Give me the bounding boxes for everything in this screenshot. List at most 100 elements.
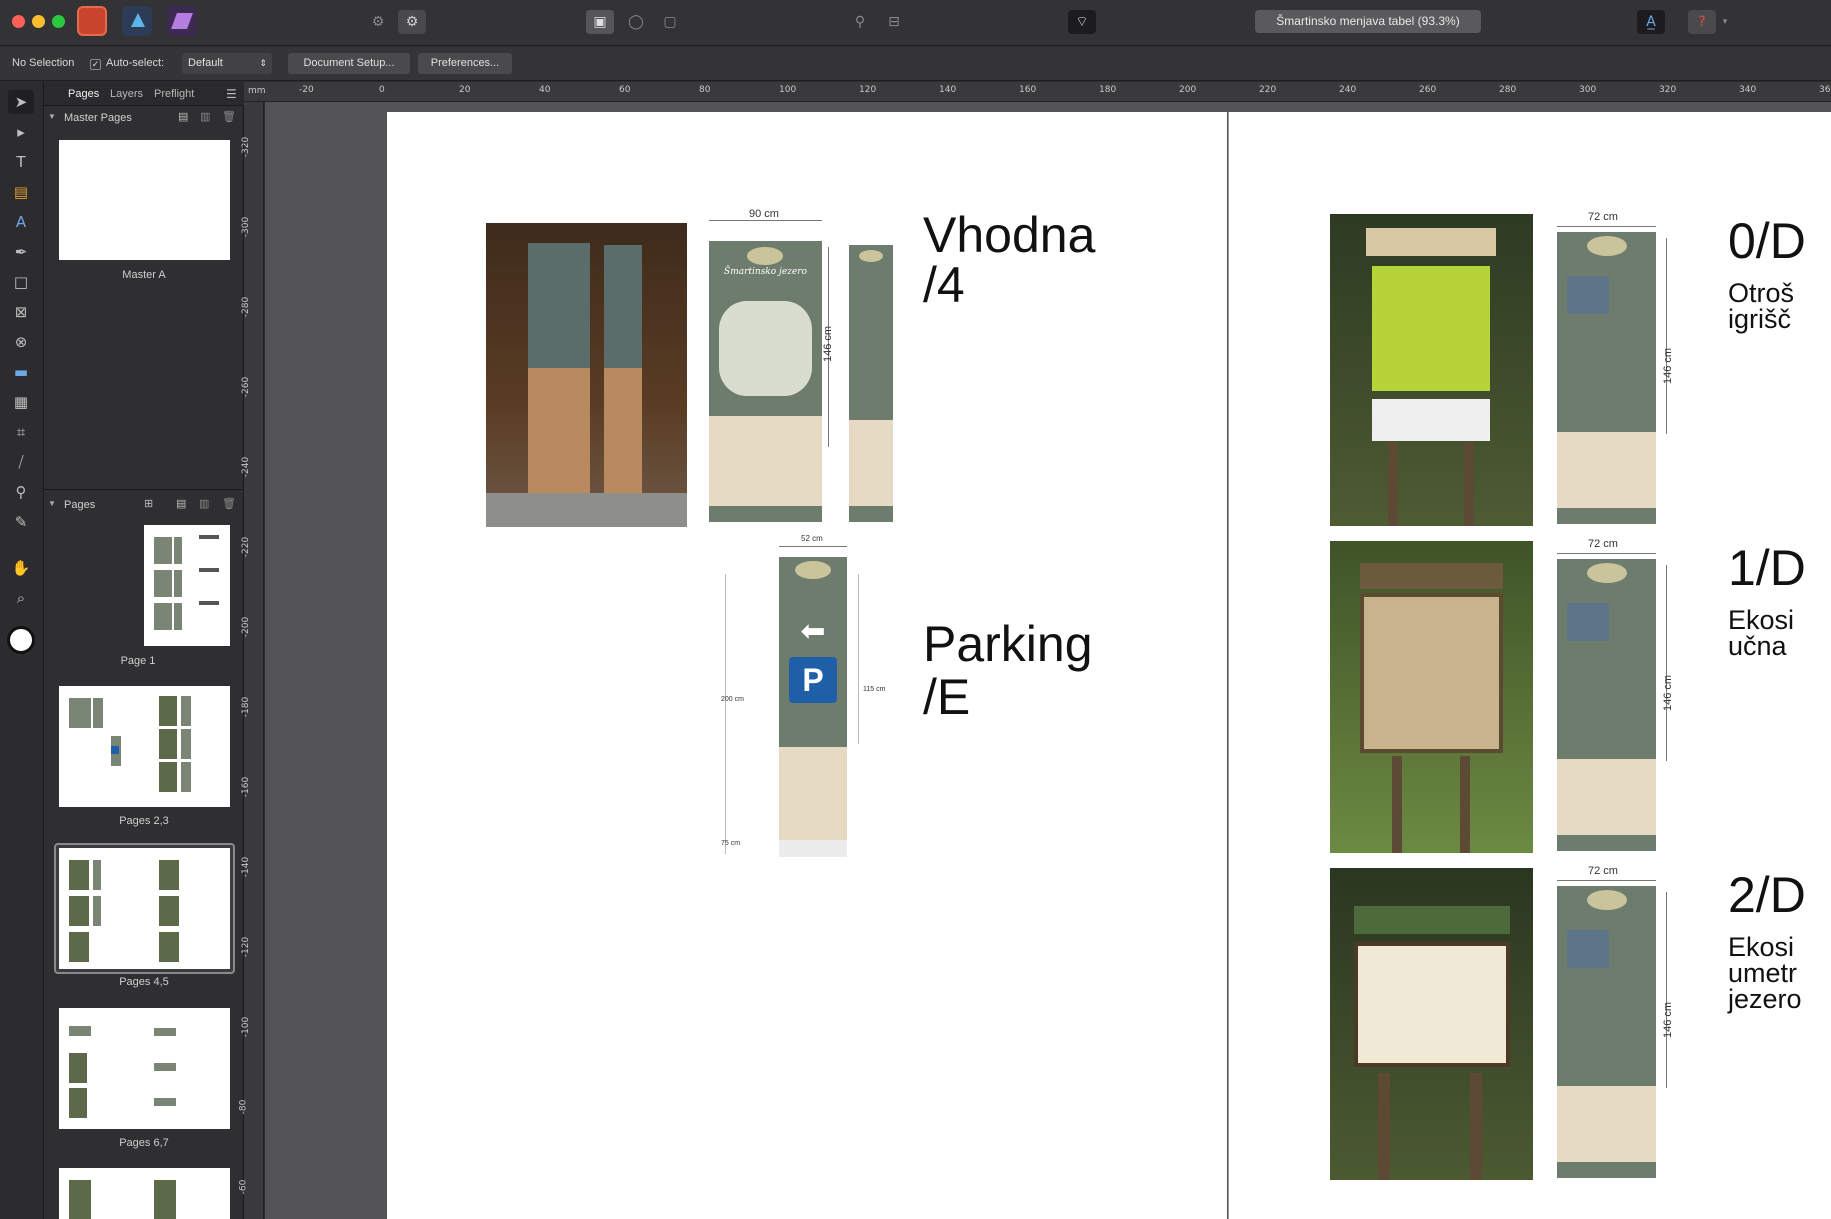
context-toolbar: No Selection ✓ Auto-select: Default ⇕ Do…	[0, 47, 1831, 81]
fill-tool-icon[interactable]: ⧸	[8, 450, 34, 474]
page-left[interactable]: 90 cm Šmartinsko jezero 146 cm Vhodna /4…	[387, 112, 1227, 1219]
help-dropdown-icon[interactable]: ▾	[1718, 10, 1732, 34]
otroski-photo[interactable]	[1330, 214, 1533, 526]
vertical-ruler[interactable]: -320 -300 -280 -260 -240 -220 -200 -180 -160 -140…	[238, 102, 264, 1219]
parking-icon: P	[789, 657, 837, 703]
preview-mode-icon[interactable]: ⌔	[1068, 10, 1096, 34]
auto-select-dropdown[interactable]: Default ⇕	[182, 53, 272, 74]
document-canvas[interactable]: 90 cm Šmartinsko jezero 146 cm Vhodna /4…	[265, 102, 1831, 1219]
master-pages-title: Master Pages	[64, 112, 132, 124]
tab-pages[interactable]: Pages	[68, 88, 99, 100]
minimize-window-button[interactable]	[32, 15, 45, 28]
crop-tool-icon[interactable]: ⌗	[8, 420, 34, 444]
selection-status: No Selection	[12, 57, 75, 69]
artistic-text-tool-icon[interactable]: A	[8, 210, 34, 234]
ruler-top-tick: 36	[1819, 85, 1831, 95]
vhodna-main-sign[interactable]: Šmartinsko jezero	[709, 241, 822, 522]
pages-8-9-thumbnail[interactable]	[59, 1168, 230, 1219]
chevron-down-icon: ▼	[48, 112, 56, 121]
picture-frame-tool-icon[interactable]: ⊠	[8, 300, 34, 324]
ruler-top-tick: 40	[539, 85, 551, 95]
color-picker-tool-icon[interactable]: ✎	[8, 510, 34, 534]
tab-layers[interactable]: Layers	[110, 88, 143, 100]
preferences-gear-icon[interactable]: ⚙	[398, 10, 426, 34]
photo-persona-icon[interactable]	[167, 6, 197, 36]
sign-2-line1: Ekosi	[1728, 932, 1795, 962]
table-tool-icon[interactable]: ▤	[8, 180, 34, 204]
duplicate-page-icon[interactable]: ▥	[199, 497, 209, 510]
ruler-top-tick: 20	[459, 85, 471, 95]
ekosistem-jezero-photo[interactable]	[1330, 868, 1533, 1180]
node-tool-icon[interactable]: ▸	[8, 120, 34, 144]
auto-select-value: Default	[188, 57, 223, 69]
pen-tool-icon[interactable]: ✒	[8, 240, 34, 264]
add-page-icon[interactable]: ▤	[176, 497, 186, 510]
place-image-tool-icon[interactable]: ▬	[8, 360, 34, 384]
pages-header[interactable]: ▼ Pages ⊞ ▤ ▥ 🗑	[44, 497, 244, 517]
text-frame-icon[interactable]: A̲	[1637, 10, 1665, 34]
auto-select-checkbox[interactable]: ✓	[90, 59, 101, 70]
pages-2-3-thumbnail[interactable]	[59, 686, 230, 807]
panel-menu-icon[interactable]: ☰	[226, 87, 237, 101]
sign-1-mockup[interactable]	[1557, 559, 1656, 851]
ruler-left-tick: -100	[241, 1016, 252, 1038]
pages-4-5-thumbnail[interactable]	[59, 848, 230, 969]
sign-1-line1: Ekosi	[1728, 605, 1795, 635]
vhodna-side-sign[interactable]	[849, 245, 893, 522]
duplicate-master-icon[interactable]: ▥	[200, 110, 210, 123]
link-icon[interactable]: ⊟	[880, 10, 908, 34]
ruler-top-tick: 60	[619, 85, 631, 95]
frame-view-icon[interactable]: ▢	[656, 10, 684, 34]
chevron-updown-icon: ⇕	[259, 58, 267, 68]
page-right[interactable]: 72 cm 146 cm 0/D Otroš igrišč 72 cm 146 …	[1228, 112, 1831, 1219]
close-window-button[interactable]	[12, 15, 25, 28]
ruler-top-tick: 140	[939, 85, 957, 95]
gear-icon[interactable]: ⚙	[364, 10, 392, 34]
tab-preflight[interactable]: Preflight	[154, 88, 194, 100]
vhodna-width-label: 90 cm	[749, 208, 779, 220]
master-pages-header[interactable]: ▼ Master Pages ▤ ▥ 🗑	[44, 110, 244, 130]
rectangle-tool-icon[interactable]: □	[8, 270, 34, 294]
transparency-tool-icon[interactable]: ⚲	[8, 480, 34, 504]
document-title: Šmartinsko menjava tabel (93.3%)	[1255, 10, 1481, 33]
move-tool-icon[interactable]: ➤	[8, 90, 34, 114]
trash-icon[interactable]: 🗑	[222, 497, 236, 510]
ruler-left-tick: -300	[241, 216, 252, 238]
document-setup-button[interactable]: Document Setup...	[288, 53, 410, 74]
preferences-button[interactable]: Preferences...	[418, 53, 512, 74]
ruler-top-tick: 240	[1339, 85, 1357, 95]
ekosistem-ucna-photo[interactable]	[1330, 541, 1533, 853]
parking-sign[interactable]: ⬅ P	[779, 557, 847, 747]
zoom-window-button[interactable]	[52, 15, 65, 28]
pin-icon[interactable]: ⚲	[846, 10, 874, 34]
sign-2-mockup[interactable]	[1557, 886, 1656, 1178]
sign-0-mockup[interactable]	[1557, 232, 1656, 524]
parking-title: Parking	[923, 616, 1093, 672]
sign-0-width-label: 72 cm	[1588, 211, 1618, 223]
hand-tool-icon[interactable]: ✋	[8, 556, 34, 580]
sign-0-line1: Otroš	[1728, 278, 1795, 308]
pages-6-7-thumbnail[interactable]	[59, 1008, 230, 1129]
vhodna-photo[interactable]	[486, 223, 687, 527]
circle-view-icon[interactable]: ◯	[622, 10, 650, 34]
horizontal-ruler[interactable]: mm -20 0 20 40 60 80 100 120 140 160 180 200 220 240 2…	[244, 82, 1831, 102]
page-1-thumbnail[interactable]	[144, 525, 230, 646]
sign-0-line2: igrišč	[1728, 304, 1792, 334]
add-master-icon[interactable]: ▤	[178, 110, 188, 123]
page-options-icon[interactable]: ⊞	[144, 497, 153, 510]
designer-persona-icon[interactable]	[122, 6, 152, 36]
frame-text-tool-icon[interactable]: T	[8, 150, 34, 174]
master-a-thumbnail[interactable]	[59, 140, 230, 260]
trash-icon[interactable]: 🗑	[222, 110, 236, 123]
ellipse-frame-tool-icon[interactable]: ⊗	[8, 330, 34, 354]
ruler-left-tick: -160	[241, 776, 252, 798]
page-view-icon[interactable]: ▣	[586, 10, 614, 34]
layout-tool-icon[interactable]: ▦	[8, 390, 34, 414]
help-icon[interactable]: ?	[1688, 10, 1716, 34]
publisher-persona-icon[interactable]	[77, 6, 107, 36]
ruler-top-tick: 160	[1019, 85, 1037, 95]
color-swatch[interactable]	[7, 626, 35, 654]
ruler-top-tick: 340	[1739, 85, 1757, 95]
ruler-top-tick: 320	[1659, 85, 1677, 95]
zoom-tool-icon[interactable]: ⌕	[8, 586, 34, 610]
